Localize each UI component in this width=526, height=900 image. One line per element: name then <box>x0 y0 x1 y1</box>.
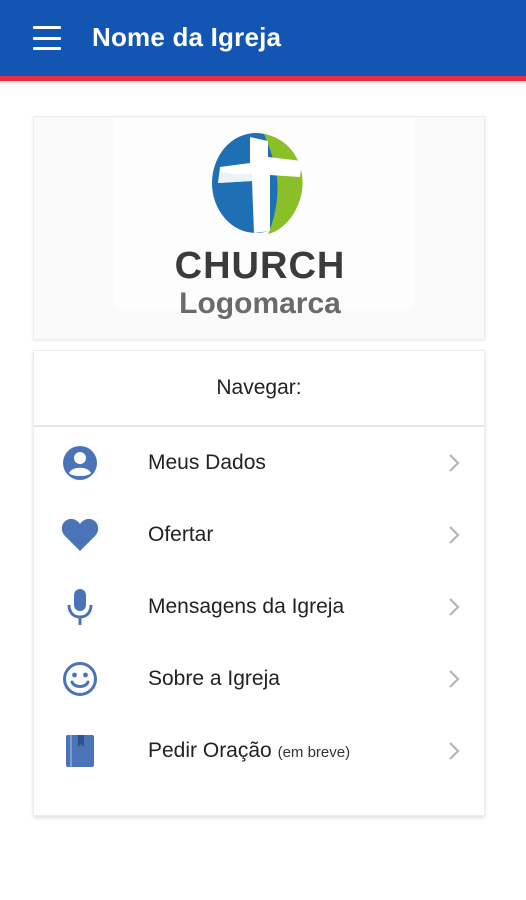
nav-item-label: Pedir Oração (em breve) <box>148 739 351 762</box>
nav-item-label: Meus Dados <box>148 451 266 474</box>
hamburger-menu-icon[interactable] <box>33 26 61 50</box>
microphone-icon <box>60 587 100 627</box>
chevron-right-icon <box>449 670 460 688</box>
appbar-shadow <box>0 81 526 85</box>
nav-item-mensagens[interactable]: Mensagens da Igreja <box>34 571 484 643</box>
chevron-right-icon <box>449 454 460 472</box>
app-bar: Nome da Igreja <box>0 0 526 76</box>
chevron-right-icon <box>449 742 460 760</box>
heart-icon <box>60 515 100 555</box>
church-logo-card: CHURCH Logomarca <box>33 116 485 340</box>
church-logo-icon <box>212 133 303 234</box>
coming-soon-note: (em breve) <box>277 744 351 761</box>
chevron-right-icon <box>449 598 460 616</box>
app-title: Nome da Igreja <box>92 22 282 52</box>
book-icon <box>60 731 100 771</box>
chevron-right-icon <box>449 526 460 544</box>
nav-list: Meus Dados Ofertar Mensagens da Igreja S… <box>34 427 484 787</box>
logo-subtitle-text: Logomarca <box>179 287 341 320</box>
account-circle-icon <box>60 443 100 483</box>
nav-item-sobre[interactable]: Sobre a Igreja <box>34 643 484 715</box>
nav-item-label: Ofertar <box>148 523 214 546</box>
nav-header: Navegar: <box>34 351 484 427</box>
nav-item-ofertar[interactable]: Ofertar <box>34 499 484 571</box>
smiley-face-icon <box>60 659 100 699</box>
nav-item-pedir-oracao[interactable]: Pedir Oração (em breve) <box>34 715 484 787</box>
nav-item-meus-dados[interactable]: Meus Dados <box>34 427 484 499</box>
nav-item-label: Mensagens da Igreja <box>148 595 345 618</box>
nav-item-label: Sobre a Igreja <box>148 667 280 690</box>
logo-church-text: CHURCH <box>174 245 346 287</box>
navigation-card: Navegar: Meus Dados Ofertar Mensagens da… <box>33 350 485 816</box>
